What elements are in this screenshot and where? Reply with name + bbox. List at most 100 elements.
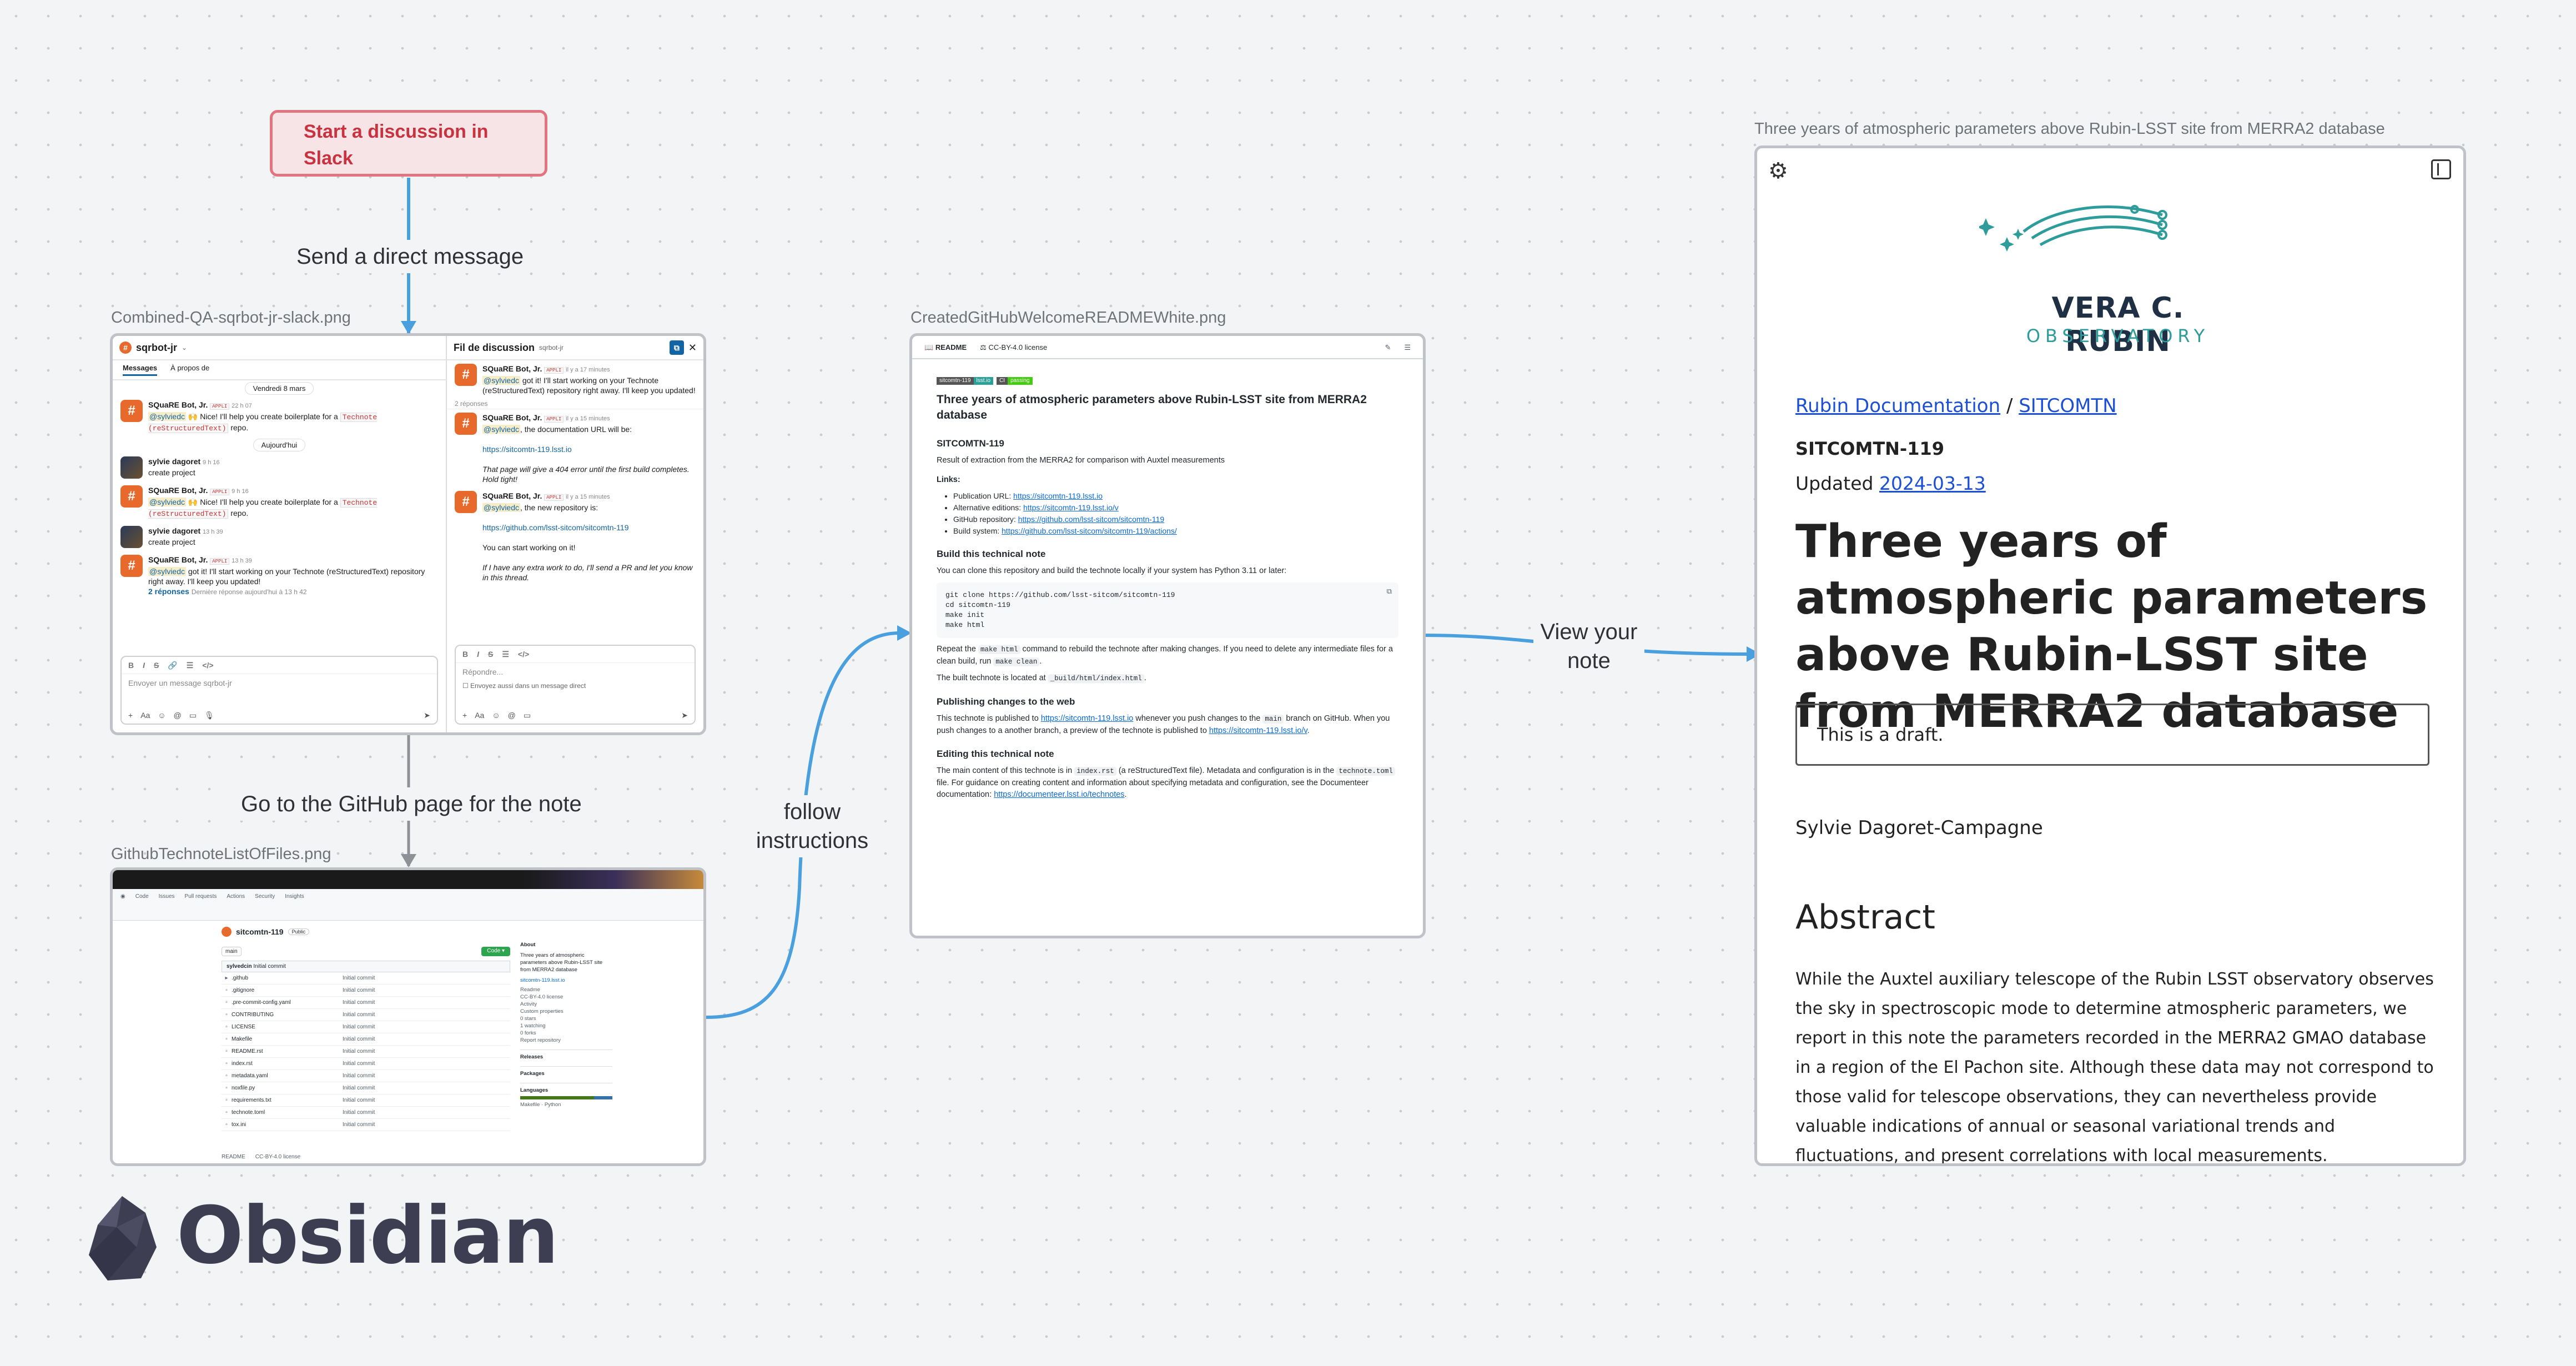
mention-icon[interactable]: @ [508,711,516,720]
file-name[interactable]: tox.ini [232,1122,343,1128]
commit-message[interactable]: Initial commit [343,1122,375,1128]
branch-selector[interactable]: main [222,947,242,956]
commit-message[interactable]: Initial commit [343,987,375,993]
format-icon[interactable]: Aa [140,711,150,720]
edge-label-send-direct-message[interactable]: Send a direct message [291,240,530,273]
readme-link[interactable]: https://github.com/lsst-sitcom/sitcomtn-… [1018,515,1165,524]
chevron-down-icon[interactable]: ⌄ [182,344,187,351]
outline-icon[interactable]: ☰ [1404,342,1411,353]
strike-icon[interactable]: S [154,661,159,670]
file-name[interactable]: index.rst [232,1061,343,1067]
reply-input[interactable]: Répondre... [456,663,695,681]
readme-screenshot-node[interactable]: 📖 README ⚖ CC-BY-4.0 license ✎ ☰ sitcomt… [909,333,1426,938]
sidebar-item[interactable]: CC-BY-4.0 license [520,993,612,1001]
video-icon[interactable]: ▭ [189,711,197,720]
file-name[interactable]: CONTRIBUTING [232,1012,343,1018]
commit-message[interactable]: Initial commit [343,975,375,981]
tab-license[interactable]: ⚖ CC-BY-4.0 license [980,342,1047,353]
bold-icon[interactable]: B [462,650,468,659]
sidebar-item[interactable]: Activity [520,1001,612,1008]
file-name[interactable]: technote.toml [232,1109,343,1116]
sidebar-item[interactable]: 0 stars [520,1015,612,1022]
commit-message[interactable]: Initial commit [343,1073,375,1079]
emoji-icon[interactable]: ☺ [492,711,500,720]
technote-page-node[interactable]: ⚙ VERA C. RUBIN OBSERVATORY Rubin Docume… [1754,145,2466,1166]
table-row[interactable]: ▫ LICENSE Initial commit [222,1021,510,1033]
italic-icon[interactable]: I [143,661,145,670]
strike-icon[interactable]: S [488,650,493,659]
edge-label-view-note[interactable]: View your note [1533,615,1644,677]
table-row[interactable]: ▫ requirements.txt Initial commit [222,1094,510,1107]
commit-message[interactable]: Initial commit [343,1061,375,1067]
tab-license[interactable]: CC-BY-4.0 license [255,1154,300,1160]
bold-icon[interactable]: B [128,661,134,670]
channel-name[interactable]: sqrbot-jr [136,342,177,354]
plus-icon[interactable]: + [462,711,467,720]
sidebar-item[interactable]: Custom properties [520,1008,612,1015]
edge-label-go-to-github[interactable]: Go to the GitHub page for the note [235,787,587,821]
sidebar-item[interactable]: 1 watching [520,1022,612,1029]
tab-readme[interactable]: 📖 README [924,342,967,353]
breadcrumb-sitcomtn[interactable]: SITCOMTN [2019,395,2116,417]
table-row[interactable]: ▫ technote.toml Initial commit [222,1107,510,1119]
bot-avatar[interactable]: # [455,413,477,435]
start-node[interactable]: Start a discussion in Slack [270,110,547,177]
expand-icon[interactable]: ⧉ [669,340,684,355]
copy-icon[interactable]: ⧉ [1387,587,1392,597]
readme-link[interactable]: https://github.com/lsst-sitcom/sitcomtn-… [1002,526,1177,535]
reply-composer[interactable]: B I S ☰ </> Répondre... ☐ Envoyez aussi dans… [455,645,696,725]
breadcrumb-rubin-docs[interactable]: Rubin Documentation [1795,395,2000,417]
code-button[interactable]: Code ▾ [481,947,510,956]
table-row[interactable]: ▸ .github Initial commit [222,972,510,985]
close-icon[interactable]: ✕ [688,342,697,354]
commit-message[interactable]: Initial commit [343,1012,375,1018]
file-name[interactable]: .gitignore [232,987,343,993]
send-icon[interactable]: ➤ [681,711,688,720]
github-logo-icon[interactable]: ◉ [120,893,125,900]
user-avatar[interactable] [120,526,143,548]
italic-icon[interactable]: I [477,650,479,659]
plus-icon[interactable]: + [128,711,133,720]
readme-link[interactable]: https://sitcomtn-119.lsst.io/v [1023,503,1119,512]
file-name[interactable]: README.rst [232,1048,343,1054]
file-name[interactable]: metadata.yaml [232,1073,343,1079]
format-icon[interactable]: Aa [475,711,484,720]
list-icon[interactable]: ☰ [502,650,509,659]
file-name[interactable]: .github [232,975,343,981]
commit-message[interactable]: Initial commit [343,1097,375,1103]
message-composer[interactable]: B I S 🔗 ☰ </> Envoyer un message sqrbot-jr + A… [120,656,438,725]
table-row[interactable]: ▫ CONTRIBUTING Initial commit [222,1009,510,1021]
sidebar-toggle-icon[interactable] [2431,159,2451,179]
list-icon[interactable]: ☰ [187,661,194,670]
day-divider[interactable]: Vendredi 8 mars [113,382,446,395]
code-icon[interactable]: </> [202,661,213,670]
sidebar-item[interactable]: 0 forks [520,1029,612,1037]
table-row[interactable]: ▫ noxfile.py Initial commit [222,1082,510,1094]
edit-icon[interactable]: ✎ [1385,342,1391,353]
bot-avatar[interactable]: # [120,400,143,422]
repo-link[interactable]: https://github.com/lsst-sitcom/sitcomtn-… [482,523,629,532]
edge-label-follow-instructions[interactable]: follow instructions [743,795,882,857]
replies-link[interactable]: 2 réponses [148,587,189,596]
updated-date-link[interactable]: 2024-03-13 [1879,473,1986,494]
commit-message[interactable]: Initial commit [343,1000,375,1006]
slack-screenshot-node[interactable]: # sqrbot-jr ⌄ Messages À propos de Vendr… [110,333,706,735]
emoji-icon[interactable]: ☺ [158,711,165,720]
table-row[interactable]: ▫ README.rst Initial commit [222,1046,510,1058]
table-row[interactable]: ▫ Makefile Initial commit [222,1033,510,1046]
also-send-checkbox[interactable]: ☐ Envoyez aussi dans un message direct [456,681,695,691]
bot-avatar[interactable]: # [455,364,477,386]
commit-message[interactable]: Initial commit [343,1048,375,1054]
bot-avatar[interactable]: # [120,555,143,577]
mention-icon[interactable]: @ [174,711,182,720]
readme-link[interactable]: https://sitcomtn-119.lsst.io [1013,491,1103,500]
sidebar-item[interactable]: Readme [520,986,612,993]
sidebar-item[interactable]: Report repository [520,1037,612,1044]
day-divider[interactable]: Aujourd'hui [113,439,446,451]
commit-message[interactable]: Initial commit [343,1024,375,1030]
table-row[interactable]: ▫ index.rst Initial commit [222,1058,510,1070]
repo-title[interactable]: sitcomtn-119 Public [222,927,310,937]
table-row[interactable]: ▫ .pre-commit-config.yaml Initial commit [222,997,510,1009]
tab-readme[interactable]: README [222,1154,245,1160]
commit-message[interactable]: Initial commit [343,1085,375,1091]
